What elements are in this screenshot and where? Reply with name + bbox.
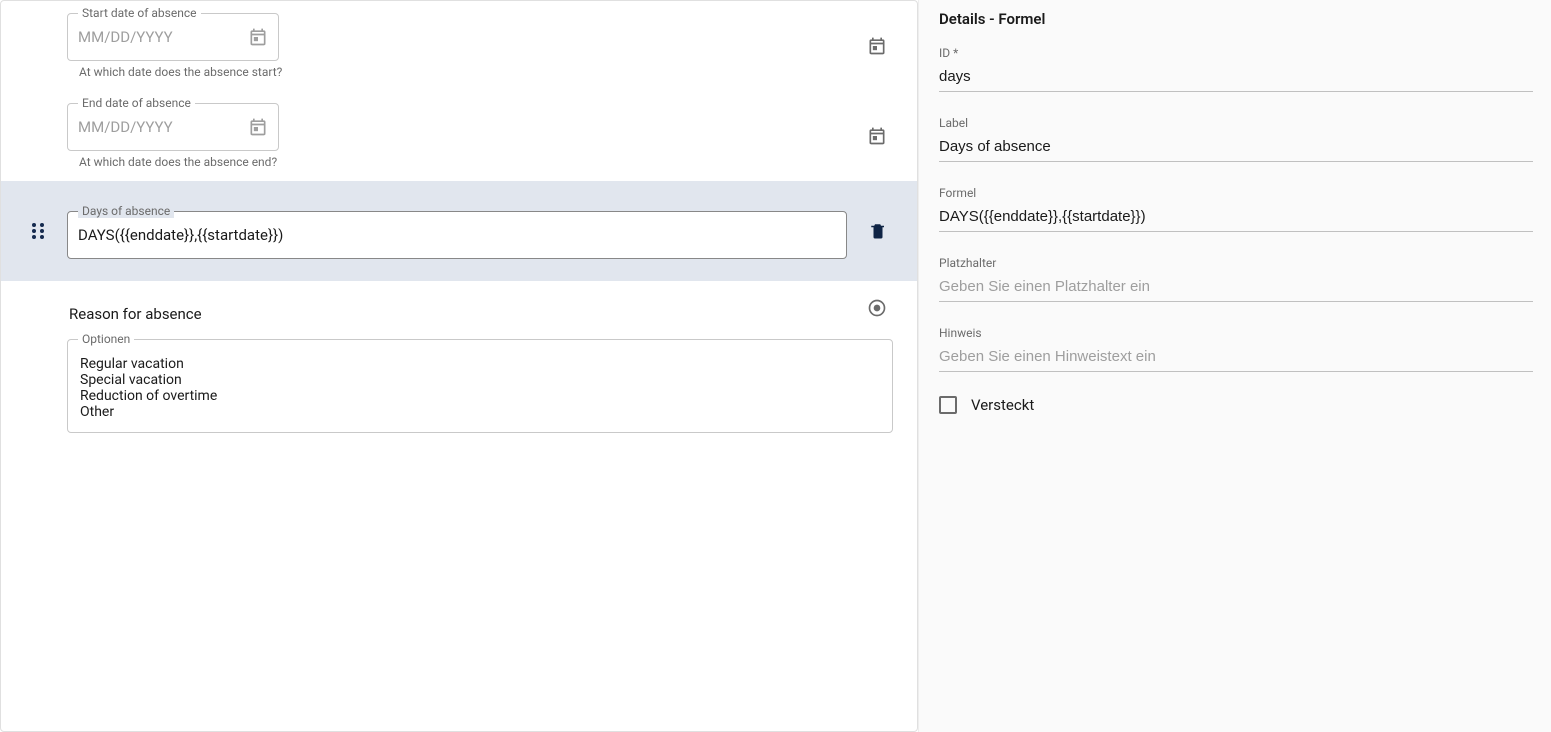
id-input[interactable] <box>939 64 1533 92</box>
label-input[interactable] <box>939 134 1533 162</box>
details-title: Details - Formel <box>939 10 1533 28</box>
hint-field: Hinweis <box>939 326 1533 372</box>
start-date-label: Start date of absence <box>78 6 201 20</box>
option-item: Other <box>80 404 880 420</box>
label-label: Label <box>939 116 1533 130</box>
options-label: Optionen <box>78 332 134 346</box>
label-field: Label <box>939 116 1533 162</box>
end-date-placeholder: MM/DD/YYYY <box>78 118 173 136</box>
days-value: DAYS({{enddate}},{{startdate}}) <box>78 226 283 244</box>
drag-handle-icon[interactable] <box>31 222 45 240</box>
details-panel: Details - Formel ID * Label Formel Platz… <box>918 0 1551 732</box>
field-end-date[interactable]: End date of absence MM/DD/YYYY At which … <box>1 91 917 181</box>
end-date-label: End date of absence <box>78 96 195 110</box>
days-label: Days of absence <box>78 204 174 218</box>
hidden-checkbox-row[interactable]: Versteckt <box>939 396 1533 414</box>
start-date-input[interactable]: Start date of absence MM/DD/YYYY <box>67 13 279 61</box>
placeholder-input[interactable] <box>939 274 1533 302</box>
calendar-icon[interactable] <box>248 27 268 47</box>
start-date-helper: At which date does the absence start? <box>79 65 851 79</box>
field-reason[interactable]: Reason for absence Optionen Regular vaca… <box>1 281 917 453</box>
start-date-placeholder: MM/DD/YYYY <box>78 28 173 46</box>
hint-label: Hinweis <box>939 326 1533 340</box>
hint-input[interactable] <box>939 344 1533 372</box>
end-date-input[interactable]: End date of absence MM/DD/YYYY <box>67 103 279 151</box>
hidden-label: Versteckt <box>971 396 1034 414</box>
end-date-helper: At which date does the absence end? <box>79 155 851 169</box>
option-item: Special vacation <box>80 372 880 388</box>
id-field: ID * <box>939 46 1533 92</box>
formel-input[interactable] <box>939 204 1533 232</box>
formel-label: Formel <box>939 186 1533 200</box>
placeholder-field: Platzhalter <box>939 256 1533 302</box>
days-formula-input[interactable]: Days of absence DAYS({{enddate}},{{start… <box>67 211 847 259</box>
calendar-icon[interactable] <box>248 117 268 137</box>
options-box[interactable]: Optionen Regular vacation Special vacati… <box>67 339 893 433</box>
id-label: ID * <box>939 46 1533 60</box>
radio-type-icon <box>867 298 887 318</box>
hidden-checkbox[interactable] <box>939 396 957 414</box>
date-type-icon <box>867 126 887 146</box>
formel-field: Formel <box>939 186 1533 232</box>
placeholder-label: Platzhalter <box>939 256 1533 270</box>
option-item: Regular vacation <box>80 356 880 372</box>
date-type-icon <box>867 36 887 56</box>
reason-heading: Reason for absence <box>69 305 851 323</box>
field-start-date[interactable]: Start date of absence MM/DD/YYYY At whic… <box>1 1 917 91</box>
delete-button[interactable] <box>869 221 887 241</box>
field-days-of-absence[interactable]: Days of absence DAYS({{enddate}},{{start… <box>1 181 917 281</box>
option-item: Reduction of overtime <box>80 388 880 404</box>
form-canvas: Start date of absence MM/DD/YYYY At whic… <box>0 0 918 732</box>
